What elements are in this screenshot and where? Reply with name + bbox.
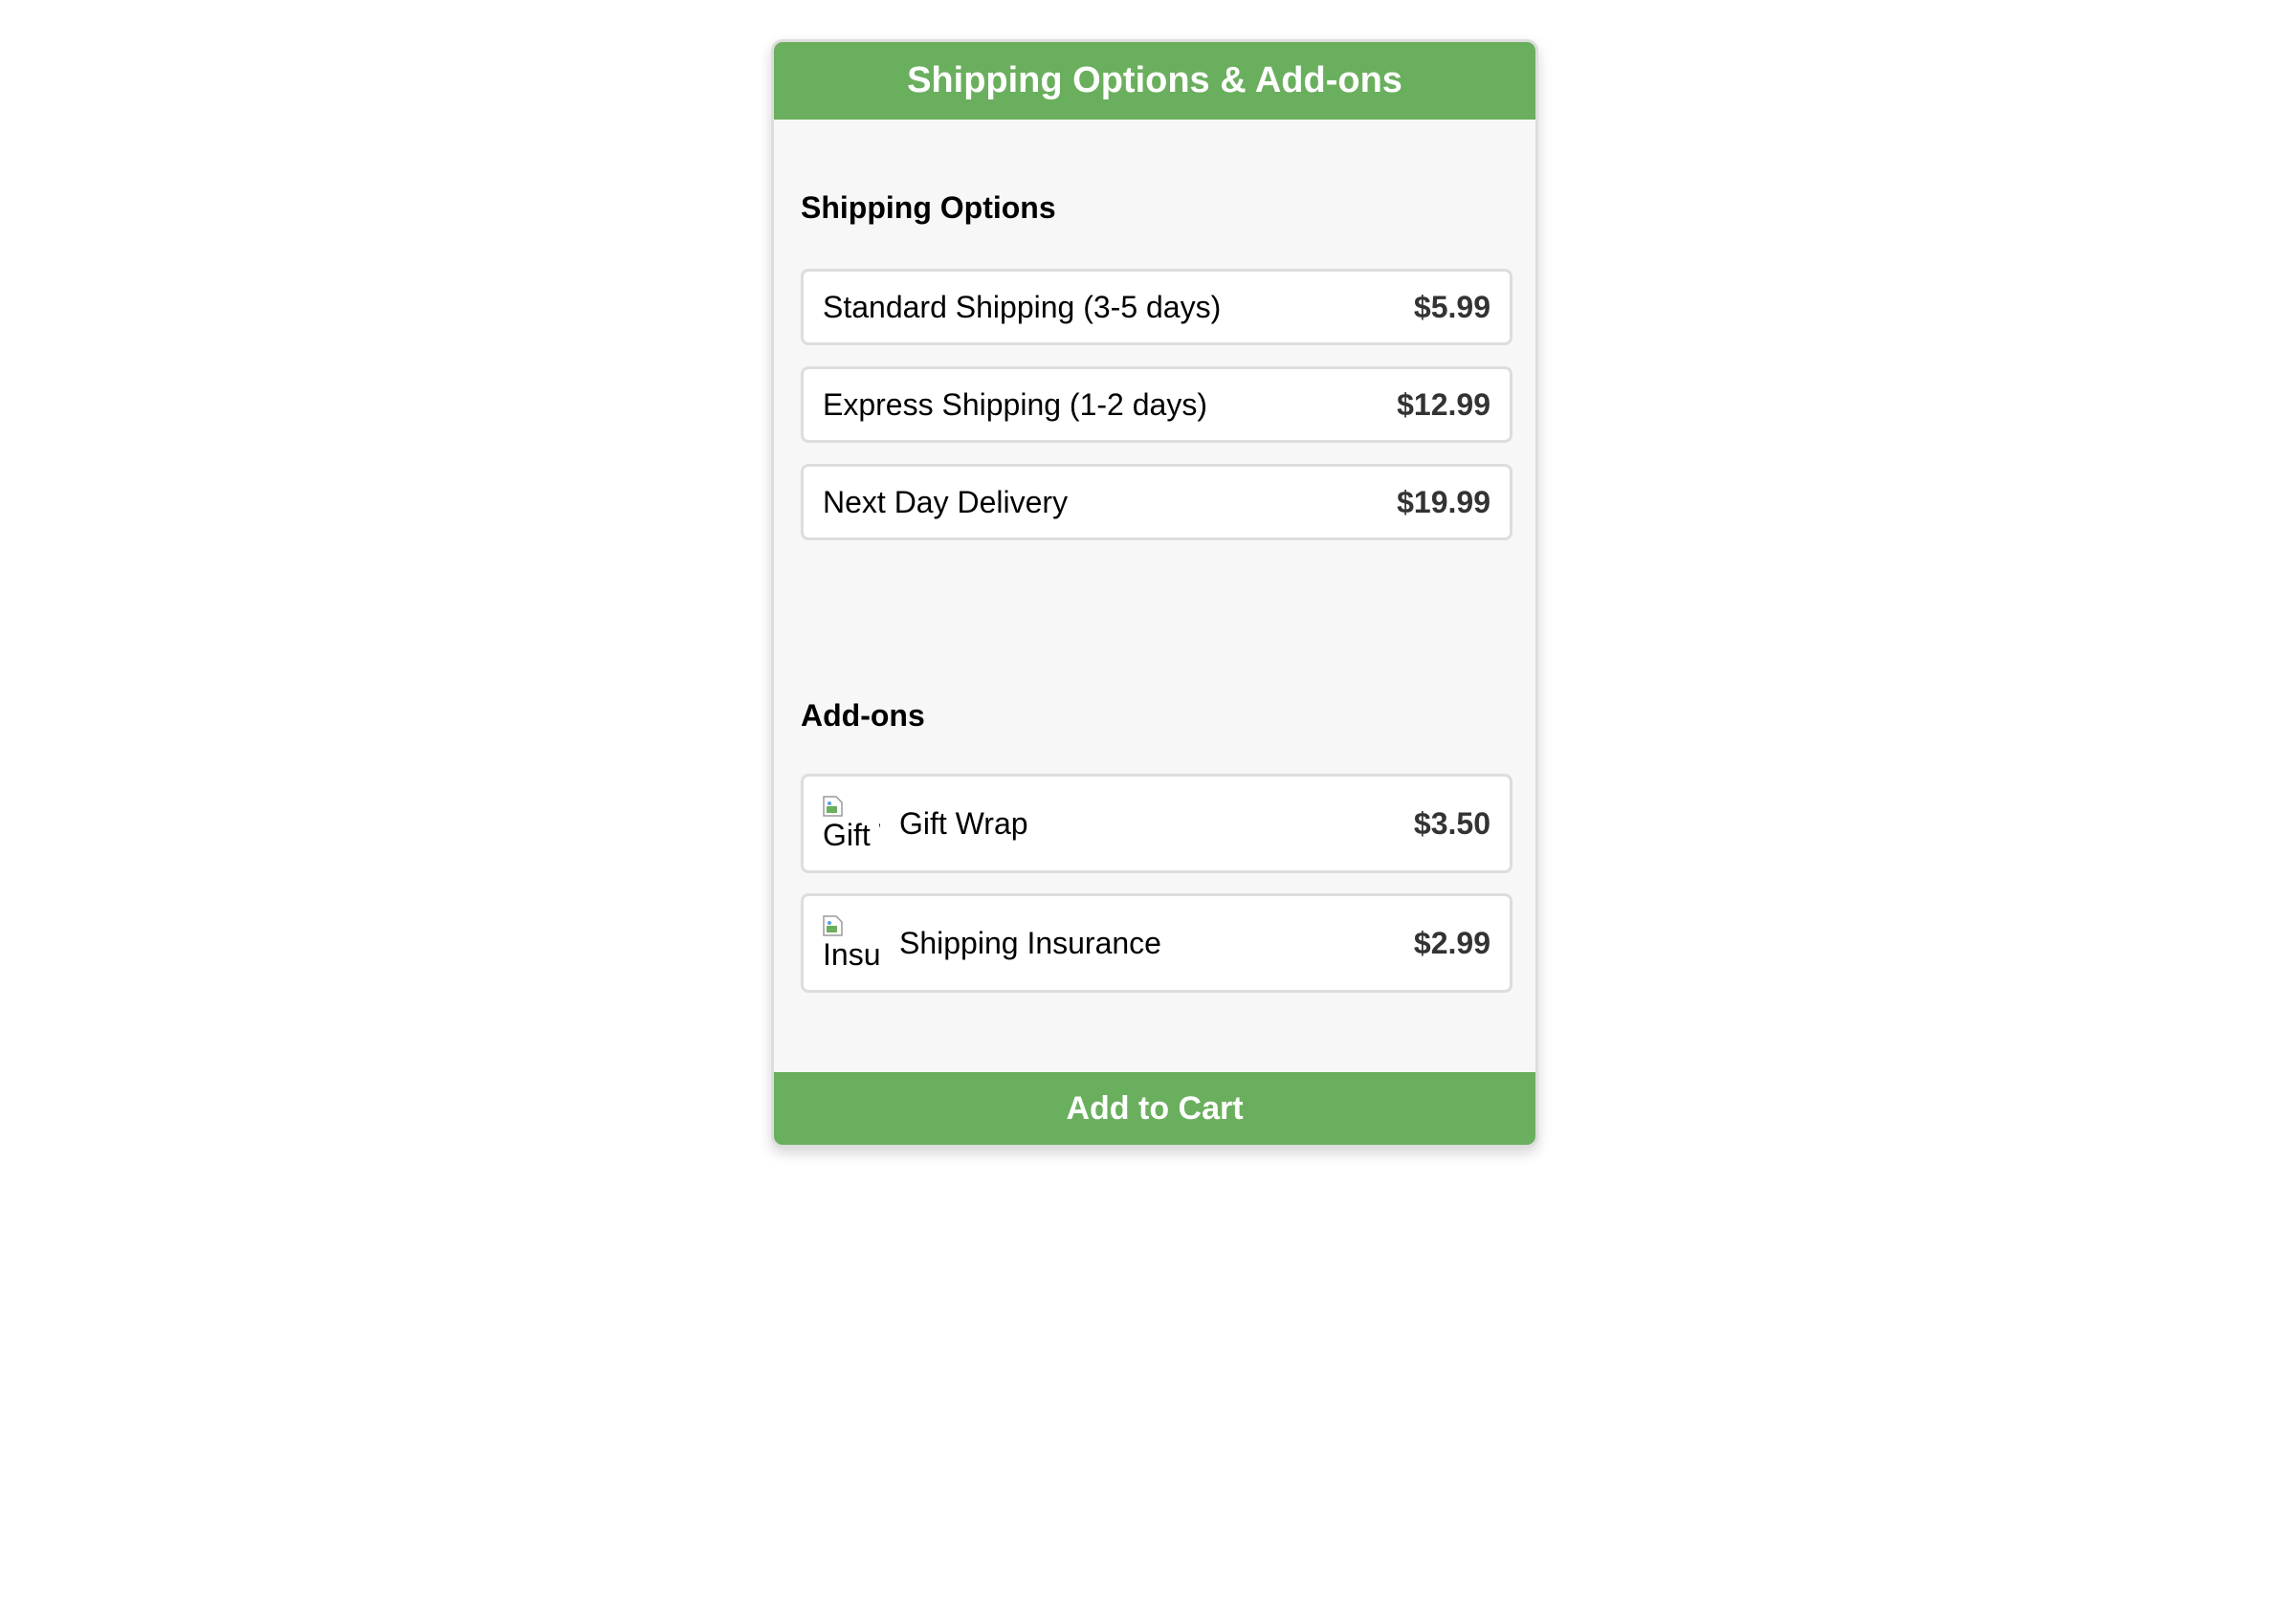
broken-image-icon — [823, 796, 843, 817]
insurance-image: Insurance — [823, 914, 880, 972]
addon-price: $3.50 — [1413, 805, 1490, 841]
addon-gift-wrap[interactable]: Gift Wrap Gift Wrap $3.50 — [801, 774, 1512, 873]
addon-shipping-insurance[interactable]: Insurance Shipping Insurance $2.99 — [801, 893, 1512, 993]
addon-left: Insurance Shipping Insurance — [823, 914, 1161, 972]
add-to-cart-button[interactable]: Add to Cart — [774, 1072, 1535, 1145]
panel-header: Shipping Options & Add-ons — [774, 42, 1535, 120]
shipping-option-label: Express Shipping (1-2 days) — [823, 386, 1207, 422]
shipping-option-price: $19.99 — [1397, 484, 1490, 519]
addon-price: $2.99 — [1413, 925, 1490, 960]
shipping-option-next-day[interactable]: Next Day Delivery $19.99 — [801, 464, 1512, 540]
addon-left: Gift Wrap Gift Wrap — [823, 795, 1028, 852]
image-alt-text: Gift Wrap — [823, 818, 880, 852]
gift-wrap-image: Gift Wrap — [823, 795, 880, 852]
shipping-option-label: Next Day Delivery — [823, 484, 1069, 519]
shipping-panel: Shipping Options & Add-ons Shipping Opti… — [771, 39, 1538, 1148]
addon-label: Shipping Insurance — [899, 925, 1161, 960]
shipping-option-price: $12.99 — [1397, 386, 1490, 422]
shipping-option-price: $5.99 — [1413, 289, 1490, 324]
shipping-option-standard[interactable]: Standard Shipping (3-5 days) $5.99 — [801, 269, 1512, 345]
shipping-option-express[interactable]: Express Shipping (1-2 days) $12.99 — [801, 366, 1512, 443]
page-title: Shipping Options & Add-ons — [907, 60, 1402, 100]
addons-heading: Add-ons — [801, 698, 925, 733]
shipping-option-label: Standard Shipping (3-5 days) — [823, 289, 1222, 324]
shipping-options-heading: Shipping Options — [801, 190, 1056, 225]
addon-label: Gift Wrap — [899, 805, 1028, 841]
image-alt-text: Insurance — [823, 937, 880, 972]
broken-image-icon — [823, 915, 843, 936]
